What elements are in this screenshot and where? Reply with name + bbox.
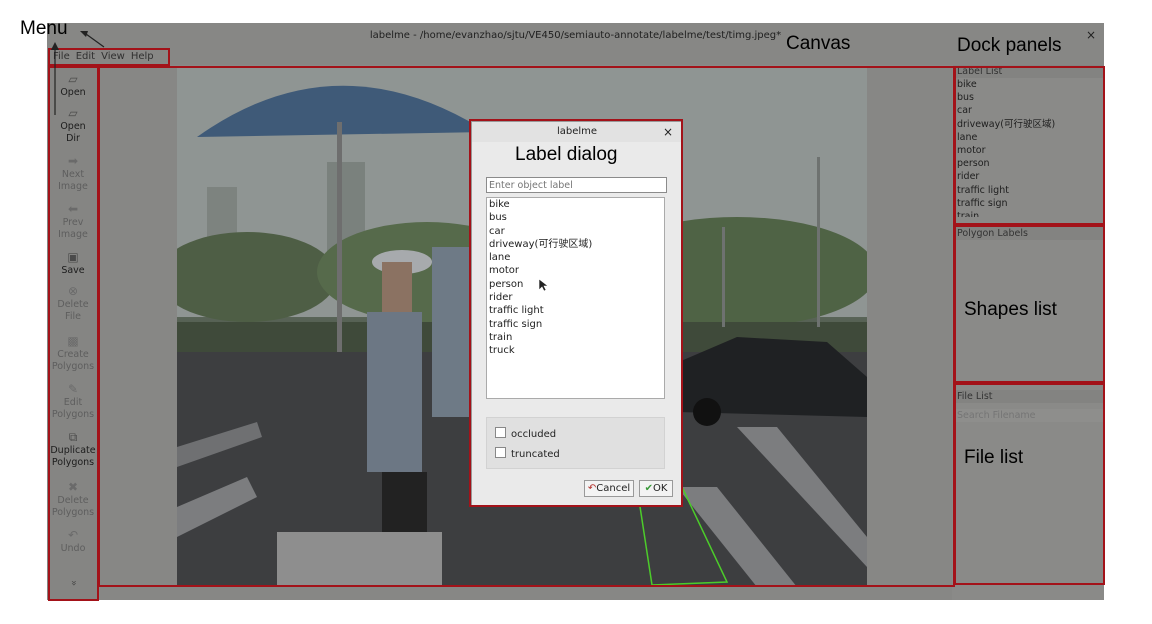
menu-arrow-head <box>80 31 88 37</box>
dock-panels-callout: Dock panels <box>957 35 1062 56</box>
label-dialog-callout: Label dialog <box>515 144 618 165</box>
shapes-list-callout: Shapes list <box>964 299 1057 320</box>
toolbar-arrow-head <box>51 42 59 50</box>
menu-arrow <box>85 33 105 48</box>
file-list-callout: File list <box>964 447 1024 468</box>
canvas-callout: Canvas <box>786 33 851 54</box>
